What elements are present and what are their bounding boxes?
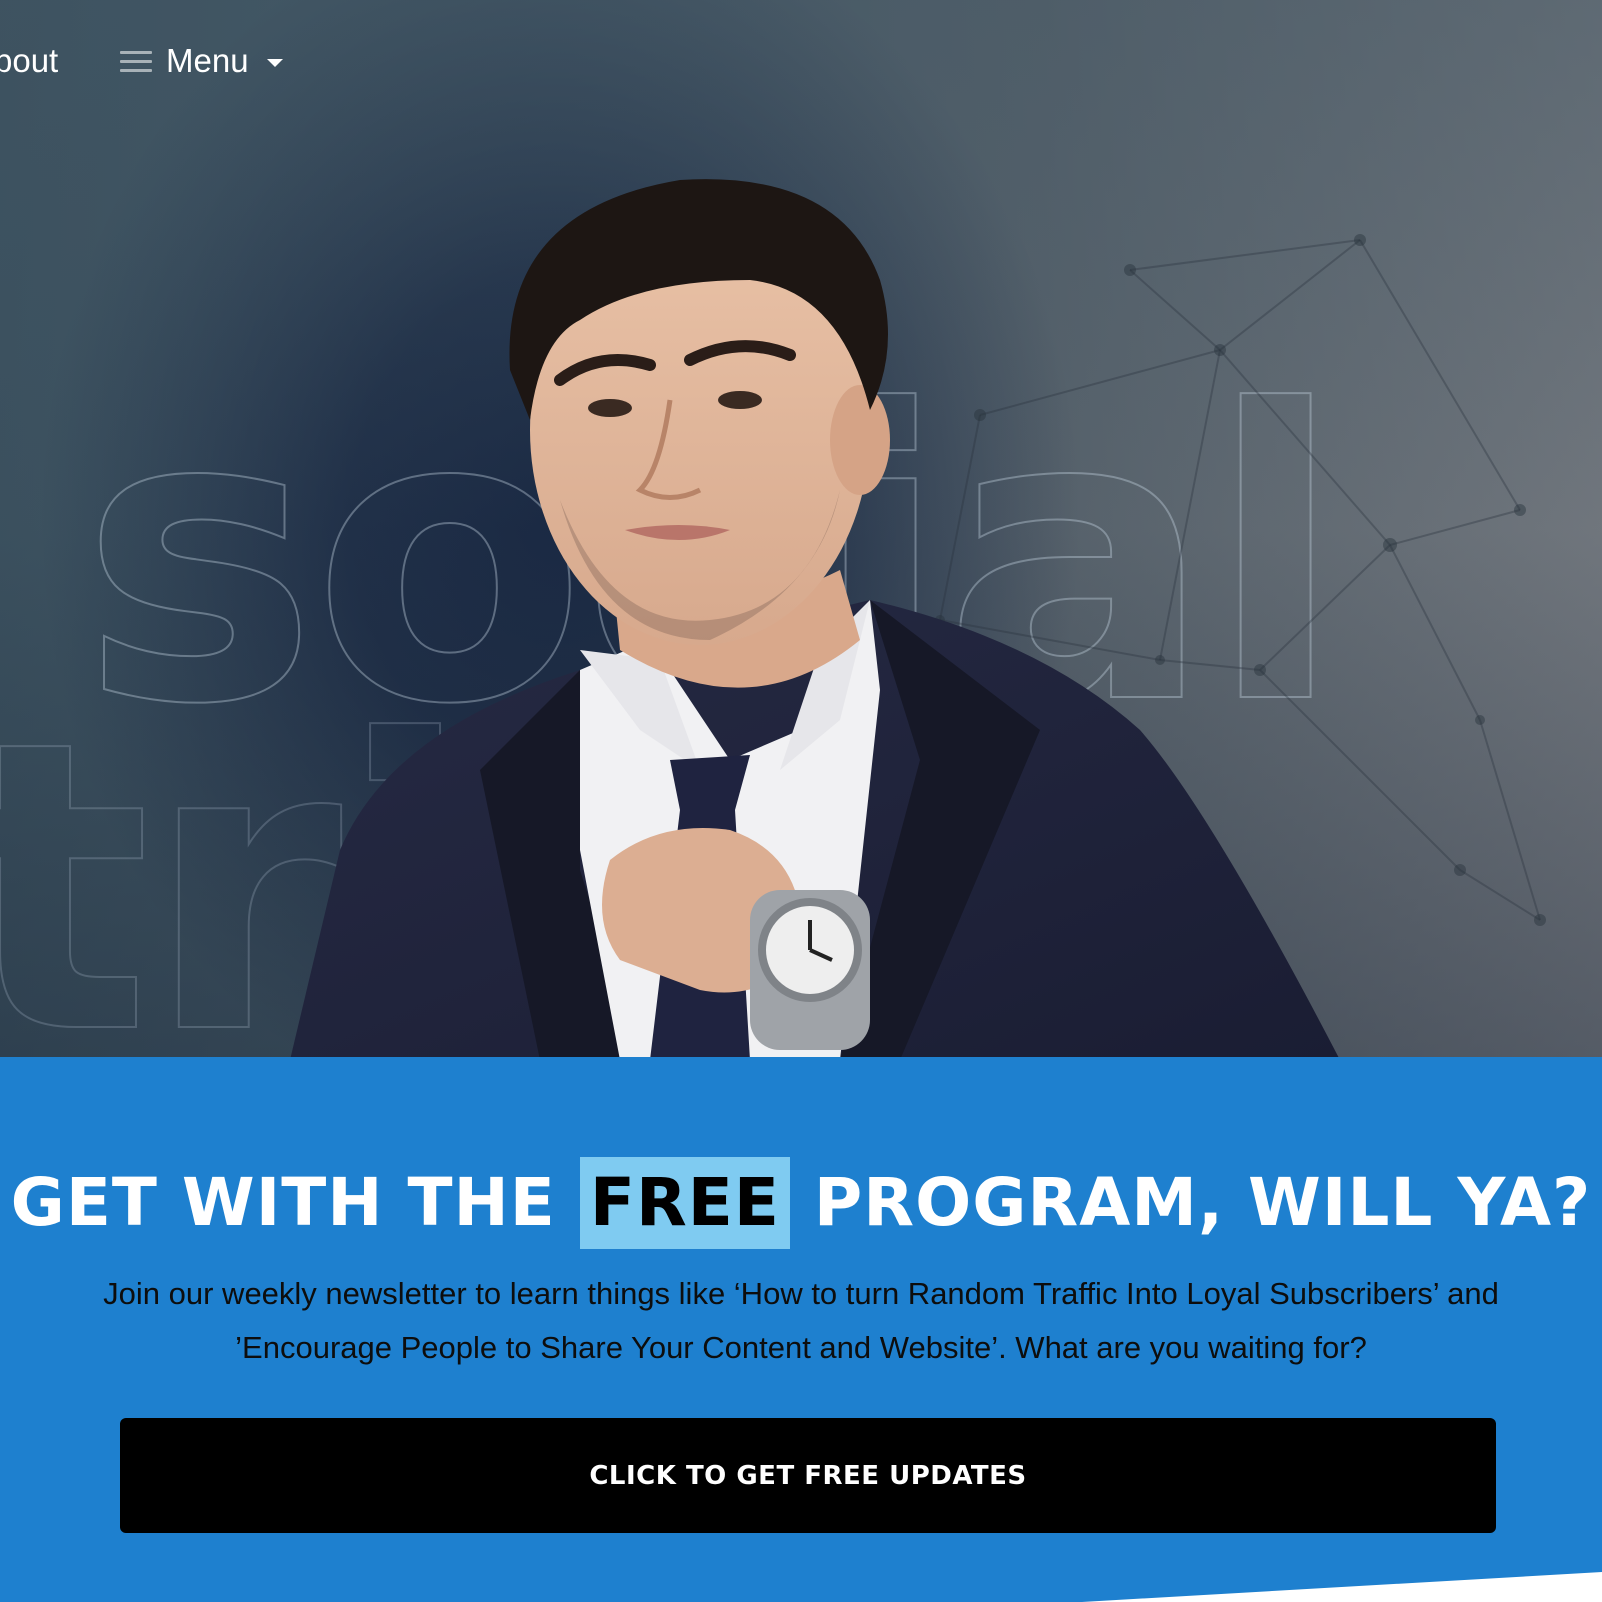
newsletter-description: Join our weekly newsletter to learn thin… — [20, 1267, 1582, 1375]
newsletter-description-line-1: Join our weekly newsletter to learn thin… — [103, 1276, 1499, 1311]
nav-menu-button[interactable]: Menu — [120, 42, 283, 80]
headline-highlight: FREE — [579, 1157, 790, 1249]
newsletter-section: GET WITH THE FREE PROGRAM, WILL YA? Join… — [0, 1057, 1602, 1602]
get-free-updates-button[interactable]: CLICK TO GET FREE UPDATES — [120, 1418, 1496, 1533]
landing-page: social triars — [0, 0, 1602, 1602]
caret-down-icon — [266, 59, 283, 67]
hero-portrait — [290, 179, 1339, 1057]
nav-menu-label: Menu — [166, 42, 249, 79]
newsletter-description-line-2: ’Encourage People to Share Your Content … — [235, 1330, 1367, 1365]
nav-about-link[interactable]: bout — [0, 42, 58, 80]
headline-after: PROGRAM, WILL YA? — [813, 1164, 1592, 1241]
hero-section: social triars — [0, 0, 1602, 1057]
headline-before: GET WITH THE — [10, 1164, 556, 1241]
hamburger-icon — [120, 49, 152, 73]
newsletter-headline: GET WITH THE FREE PROGRAM, WILL YA? — [0, 1157, 1602, 1249]
bottom-wedge — [1082, 1572, 1602, 1602]
